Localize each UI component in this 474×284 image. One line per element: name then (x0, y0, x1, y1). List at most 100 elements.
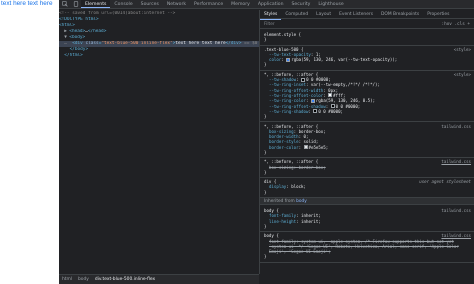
styles-tab-dom-breakpoints[interactable]: DOM Breakpoints (377, 10, 423, 19)
css-property-name[interactable]: line-height (269, 219, 296, 224)
tab-elements[interactable]: Elements (81, 0, 111, 8)
page-preview: text here text here (0, 0, 58, 284)
rule-close-brace: } (260, 170, 474, 175)
css-property-value[interactable]: 1; (316, 52, 321, 57)
css-property-value[interactable]: rgba(59, 130, 246, 0.5); (316, 98, 375, 103)
dom-node-line[interactable]: </html> (59, 53, 259, 59)
color-swatch-icon[interactable] (301, 77, 306, 82)
css-property-value[interactable]: 0 0 #0000; (318, 109, 343, 114)
css-rule[interactable]: *, ::before, ::after {<style> --tw-shadow… (260, 71, 474, 123)
brace: } (264, 223, 267, 229)
css-property-value[interactable]: block; (291, 184, 306, 189)
styles-tab-styles[interactable]: Styles (260, 10, 282, 20)
css-property-value[interactable]: var(--tw-empty,/*!*/ /*!*/); (311, 82, 380, 87)
styles-filter-controls[interactable]: :hov .cls + (442, 20, 470, 29)
styles-tabbar: Styles Computed Layout Event Listeners DOM B… (260, 10, 474, 20)
css-rule[interactable]: *, ::before, ::after {tailwind.css box-si… (260, 123, 474, 159)
color-swatch-icon[interactable] (330, 104, 335, 109)
color-swatch-icon[interactable] (303, 145, 308, 150)
devtools-panel: Elements Console Sources Network Performance… (59, 0, 474, 284)
styles-tab-event-listeners[interactable]: Event Listeners (335, 10, 377, 19)
css-property-name[interactable]: display (269, 184, 286, 189)
tab-security[interactable]: Security (288, 0, 315, 8)
brace: } (264, 254, 267, 260)
styles-tab-properties[interactable]: Properties (423, 10, 453, 19)
css-property-name[interactable]: --tw-ring-inset (269, 82, 306, 87)
css-property-value[interactable]: border-box; (299, 165, 326, 170)
css-rule[interactable]: .text-blue-500 {<style> --tw-text-opacity… (260, 46, 474, 71)
page-text[interactable]: text here text here (1, 0, 53, 8)
rule-close-brace: } (260, 114, 474, 119)
tab-lighthouse[interactable]: Lighthouse (314, 0, 347, 8)
inherited-element-link[interactable]: body (296, 199, 307, 204)
inherited-label: Inherited from (264, 199, 297, 205)
css-property-name[interactable]: --tw-ring-color (269, 98, 306, 103)
tab-memory[interactable]: Memory (227, 0, 254, 8)
rule-selector: .text-blue-500 { (264, 46, 304, 52)
css-rule[interactable]: body {tailwind.css font-family: inherit; l… (260, 207, 474, 233)
rule-close-brace: } (260, 254, 474, 259)
css-property-value[interactable]: inherit; (301, 213, 321, 218)
inspect-icon[interactable] (59, 0, 70, 8)
breadcrumb-item[interactable]: div.text-blue-500.inline-flex (92, 275, 158, 284)
breadcrumb-item[interactable]: html (59, 275, 75, 284)
color-swatch-icon[interactable] (286, 57, 291, 62)
elements-tree[interactable]: <!-- saved from url=(0014)about:internet… (59, 10, 259, 274)
inherited-from-header: Inherited from body (260, 198, 474, 206)
tab-console[interactable]: Console (110, 0, 136, 8)
css-rule[interactable]: element.style {} (260, 31, 474, 46)
rule-selector: body { (264, 233, 279, 239)
rule-selector: *, ::before, ::after { (264, 71, 319, 77)
color-swatch-icon[interactable] (310, 98, 315, 103)
css-rule[interactable]: div {user agent stylesheet display: block… (260, 178, 474, 199)
css-property-value[interactable]: solid; (304, 139, 319, 144)
css-property-value[interactable]: 0; (304, 134, 309, 139)
css-property-value[interactable]: rgba(59, 130, 246, var(--tw-text-opacity… (291, 57, 397, 62)
color-swatch-icon[interactable] (328, 93, 333, 98)
css-property-name[interactable]: --tw-ring-shadow (269, 109, 308, 114)
css-property-name[interactable]: font-family (269, 213, 296, 218)
css-property-name[interactable]: --tw-shadow (269, 77, 296, 82)
css-property-name[interactable]: --tw-ring-offset-shadow (269, 104, 326, 109)
breadcrumb: html body div.text-blue-500.inline-flex (59, 274, 259, 284)
css-property-name[interactable]: border-color (269, 145, 299, 150)
css-property-name[interactable]: color (269, 57, 281, 62)
css-rule[interactable]: *, ::before, ::after {tailwind.css box-si… (260, 158, 474, 179)
css-property-name[interactable]: font-family (269, 239, 296, 244)
styles-filter-input[interactable]: Filter (264, 20, 275, 29)
css-property-name[interactable]: --tw-ring-offset-color (269, 93, 323, 98)
css-property-value[interactable]: #fff; (333, 93, 345, 98)
styles-pane: Styles Computed Layout Event Listeners DOM B… (260, 10, 474, 284)
brace: } (264, 149, 267, 155)
brace: } (264, 62, 267, 68)
css-property-name[interactable]: border-style (269, 139, 299, 144)
css-property-name[interactable]: border-width (269, 134, 299, 139)
css-property-value[interactable]: border-box; (299, 129, 326, 134)
color-swatch-icon[interactable] (313, 109, 318, 114)
css-property-value[interactable]: inherit; (301, 219, 321, 224)
breadcrumb-item[interactable]: body (75, 275, 92, 284)
tab-application[interactable]: Application (254, 0, 288, 8)
css-property-name[interactable]: --tw-ring-offset-width (269, 88, 323, 93)
rule-selector: body { (264, 208, 279, 214)
rule-close-brace: } (260, 150, 474, 155)
css-property-value[interactable]: 0px; (328, 88, 338, 93)
brace: } (264, 114, 267, 120)
tab-performance[interactable]: Performance (190, 0, 227, 8)
styles-tab-computed[interactable]: Computed (281, 10, 312, 19)
css-property-value[interactable]: #e5e5e5; (309, 145, 329, 150)
rule-close-brace: } (260, 190, 474, 195)
styles-tab-layout[interactable]: Layout (312, 10, 335, 19)
css-property-name[interactable]: box-sizing (269, 129, 294, 134)
tab-sources[interactable]: Sources (137, 0, 163, 8)
tab-network[interactable]: Network (163, 0, 190, 8)
css-property-name[interactable]: --tw-text-opacity (269, 52, 311, 57)
css-property-value[interactable]: 0 0 #0000; (336, 104, 361, 109)
rule-selector: div { (264, 179, 277, 185)
css-property-value[interactable]: system-ui, -apple-system, /* Firefox sup… (269, 239, 459, 255)
css-rule[interactable]: body {tailwind.css font-family: system-ui… (260, 232, 474, 263)
css-property-value[interactable]: 0 0 #0000; (306, 77, 331, 82)
css-declaration[interactable]: font-family: system-ui, -apple-system, /… (260, 239, 474, 255)
device-toggle-icon[interactable] (70, 0, 81, 8)
css-property-name[interactable]: box-sizing (269, 165, 294, 170)
